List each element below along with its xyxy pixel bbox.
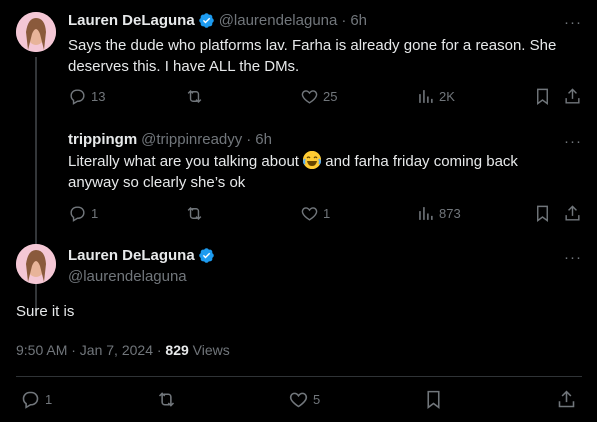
- reply-count: 1: [91, 206, 99, 221]
- tweet-meta: 9:50 AM · Jan 7, 2024 · 829 Views: [16, 342, 230, 358]
- reply-button[interactable]: 1: [68, 204, 98, 223]
- author-name[interactable]: Lauren DeLaguna: [68, 247, 195, 264]
- author-name[interactable]: Lauren DeLaguna: [68, 12, 195, 29]
- like-button[interactable]: 25: [300, 87, 337, 106]
- bookmark-button[interactable]: [533, 87, 552, 106]
- repost-icon: [187, 206, 202, 221]
- more-options-icon[interactable]: ···: [564, 133, 582, 150]
- views-button[interactable]: 2K: [416, 87, 455, 106]
- avatar[interactable]: [16, 244, 56, 284]
- share-icon: [565, 205, 580, 221]
- verified-badge-icon: [198, 248, 214, 263]
- main-tweet-text: Sure it is: [16, 303, 75, 320]
- share-button[interactable]: [563, 204, 582, 223]
- analytics-icon: [419, 90, 433, 103]
- views-count: 873: [439, 206, 461, 221]
- reply-count: 1: [45, 392, 53, 407]
- face-with-tears-of-joy-icon: [303, 151, 322, 169]
- tweet-text: Says the dude who platforms lav. Farha i…: [68, 37, 557, 75]
- like-button[interactable]: 1: [300, 204, 330, 223]
- bookmark-button[interactable]: [423, 389, 444, 410]
- timestamp[interactable]: 9:50 AM · Jan 7, 2024 ·: [16, 342, 165, 358]
- views-number: 829: [165, 342, 189, 358]
- bookmark-icon: [537, 88, 548, 106]
- heart-icon: [301, 207, 318, 221]
- heart-icon: [289, 392, 308, 408]
- views-count: 2K: [439, 89, 455, 104]
- share-button[interactable]: [556, 389, 577, 410]
- like-count: 25: [323, 89, 338, 104]
- reply-icon: [70, 206, 85, 222]
- bookmark-icon: [537, 205, 548, 223]
- reply-button[interactable]: 1: [20, 389, 52, 410]
- tweet-text: Literally what are you talking about and…: [68, 151, 548, 193]
- tweet-time[interactable]: 6h: [255, 131, 272, 148]
- like-count: 1: [323, 206, 331, 221]
- like-button[interactable]: 5: [288, 389, 320, 410]
- views-button[interactable]: 873: [416, 204, 461, 223]
- repost-button[interactable]: [156, 389, 177, 410]
- heart-icon: [301, 90, 318, 104]
- more-options-icon[interactable]: ···: [564, 14, 582, 31]
- author-name[interactable]: trippingm: [68, 131, 137, 148]
- divider: [16, 376, 582, 377]
- reply-button[interactable]: 13: [68, 87, 105, 106]
- reply-icon: [22, 391, 39, 409]
- bookmark-icon: [427, 390, 440, 409]
- verified-badge-icon: [198, 13, 214, 28]
- like-count: 5: [313, 392, 321, 407]
- separator-dot: ·: [246, 131, 252, 148]
- views-label: Views: [188, 342, 230, 358]
- repost-button[interactable]: [185, 87, 204, 106]
- share-button[interactable]: [563, 87, 582, 106]
- separator-dot: ·: [341, 12, 347, 29]
- share-icon: [558, 390, 575, 408]
- author-handle[interactable]: @laurendelaguna: [68, 268, 187, 285]
- repost-icon: [187, 89, 202, 104]
- repost-icon: [158, 392, 175, 407]
- bookmark-button[interactable]: [533, 204, 552, 223]
- more-options-icon[interactable]: ···: [564, 249, 582, 266]
- reply-count: 13: [91, 89, 106, 104]
- author-handle[interactable]: @trippinreadyy: [141, 131, 242, 148]
- author-handle[interactable]: @laurendelaguna: [219, 12, 338, 29]
- tweet-text-part: Literally what are you talking about: [68, 153, 304, 170]
- avatar[interactable]: [16, 12, 56, 52]
- share-icon: [565, 88, 580, 104]
- analytics-icon: [419, 207, 433, 220]
- repost-button[interactable]: [185, 204, 204, 223]
- reply-icon: [70, 89, 85, 105]
- tweet-time[interactable]: 6h: [350, 12, 367, 29]
